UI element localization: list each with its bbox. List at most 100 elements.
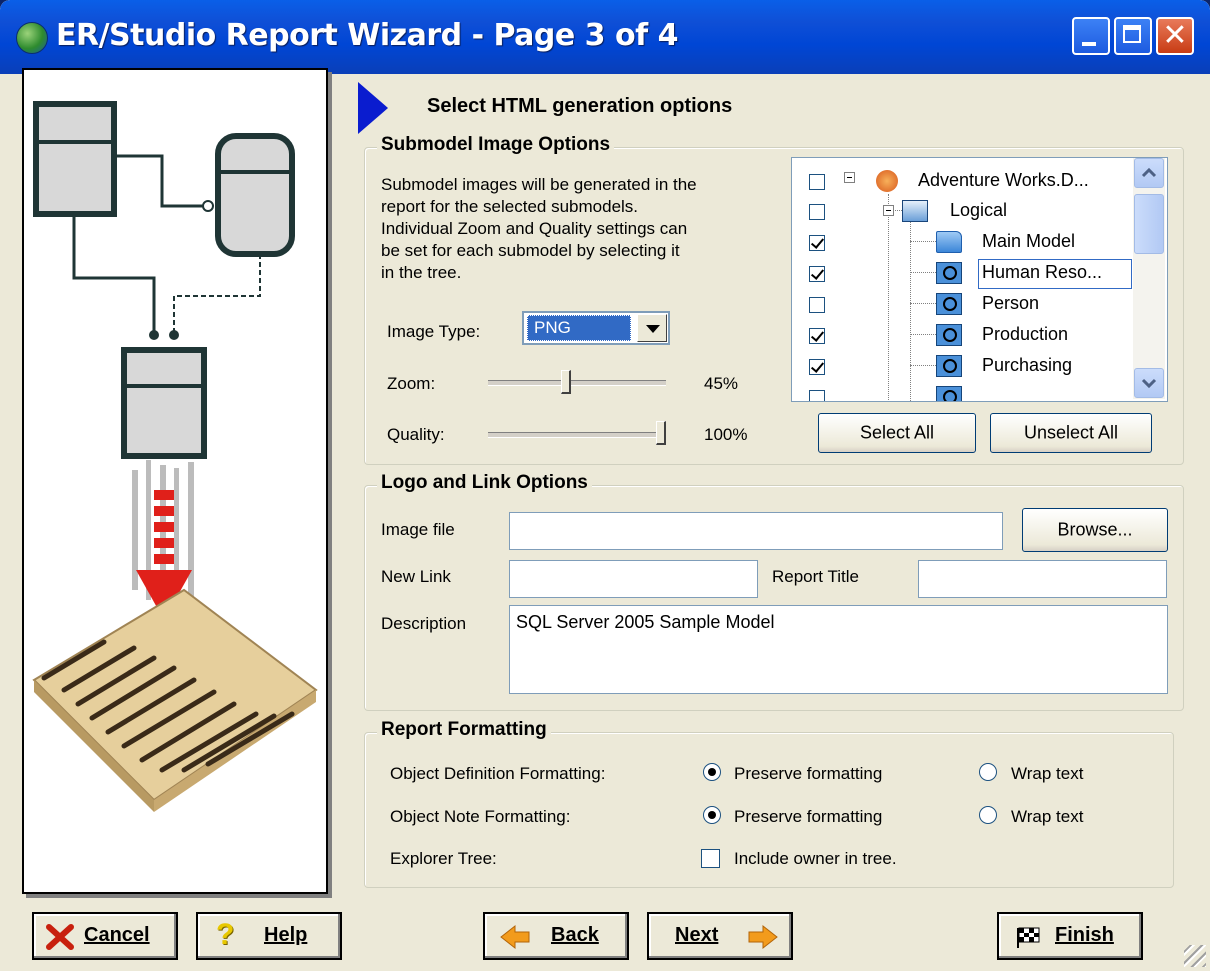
tree-checkbox[interactable] (809, 359, 825, 375)
quality-label: Quality: (387, 425, 445, 444)
help-button[interactable]: ? Help (196, 912, 342, 960)
header-arrow-icon (358, 82, 388, 134)
select-all-button[interactable]: Select All (818, 413, 976, 453)
title-bar[interactable]: ER/Studio Report Wizard - Page 3 of 4 ✕ (0, 0, 1210, 74)
tree-item-label: Human Reso... (982, 262, 1103, 282)
browse-label: Browse... (1057, 519, 1133, 540)
cancel-label: Cancel (84, 924, 150, 946)
select-all-label: Select All (859, 422, 935, 443)
tree-item[interactable]: Human Reso... (792, 259, 1132, 289)
submodel-description-line: Individual Zoom and Quality settings can (381, 219, 688, 238)
help-label: Help (264, 924, 308, 946)
object-note-preserve-radio[interactable] (703, 806, 721, 824)
tree-item[interactable]: Purchasing (792, 352, 1132, 382)
tree-connector (910, 241, 936, 242)
object-definition-wrap-radio[interactable] (979, 763, 997, 781)
erd-to-report-illustration (32, 101, 318, 812)
tree-scrollbar[interactable] (1133, 158, 1165, 399)
window-title: ER/Studio Report Wizard - Page 3 of 4 (56, 18, 678, 53)
tree-checkbox[interactable] (809, 204, 825, 220)
zoom-slider-thumb[interactable] (561, 370, 571, 394)
report-title-label: Report Title (772, 567, 859, 586)
description-field[interactable]: SQL Server 2005 Sample Model (509, 605, 1168, 694)
tree-item[interactable]: Logical (792, 197, 1132, 227)
logical-model-icon (902, 200, 928, 222)
submodel-description-line: in the tree. (381, 263, 462, 282)
tree-item-label: Production (982, 324, 1069, 344)
tree-connector (910, 334, 936, 335)
image-type-value: PNG (527, 315, 631, 341)
tree-item[interactable]: Main Model (792, 228, 1132, 258)
report-formatting-legend: Report Formatting (377, 719, 551, 741)
quality-slider-track[interactable] (488, 432, 666, 438)
close-button[interactable]: ✕ (1156, 17, 1194, 55)
submodel-description-line: be set for each submodel by selecting it (381, 241, 680, 260)
tree-checkbox[interactable] (809, 235, 825, 251)
submodel-tree[interactable]: Adventure Works.D... Logical Main Model … (791, 157, 1168, 402)
tree-checkbox[interactable] (809, 390, 825, 401)
unselect-all-label: Unselect All (1023, 422, 1119, 443)
scroll-up-icon[interactable] (1134, 158, 1164, 188)
wizard-illustration (22, 68, 328, 894)
submodel-description-line: report for the selected submodels. (381, 197, 639, 216)
description-label: Description (381, 614, 467, 633)
image-type-label: Image Type: (387, 322, 481, 341)
logo-link-options-legend: Logo and Link Options (377, 472, 592, 494)
cancel-button[interactable]: Cancel (32, 912, 178, 960)
submodel-description-line: Submodel images will be generated in the (381, 175, 697, 194)
tree-item[interactable]: Person (792, 290, 1132, 320)
include-owner-label: Include owner in tree. (734, 849, 897, 868)
image-file-field[interactable] (509, 512, 1003, 550)
submodel-icon (936, 293, 962, 315)
tree-item-label: Purchasing (982, 355, 1073, 375)
submodel-image-options-legend: Submodel Image Options (377, 134, 615, 156)
tree-checkbox[interactable] (809, 174, 825, 190)
help-question-icon: ? (216, 918, 235, 951)
tree-checkbox[interactable] (809, 266, 825, 282)
tree-item[interactable]: Adventure Works.D... (792, 166, 1132, 196)
tree-connector (910, 365, 936, 366)
new-link-field[interactable] (509, 560, 758, 598)
app-globe-icon (16, 22, 48, 54)
minimize-button[interactable] (1072, 17, 1110, 55)
tree-checkbox[interactable] (809, 328, 825, 344)
explorer-tree-label: Explorer Tree: (390, 849, 497, 868)
scroll-thumb[interactable] (1134, 194, 1164, 254)
folder-icon (936, 231, 962, 253)
image-type-select[interactable]: PNG (522, 311, 670, 345)
include-owner-checkbox[interactable] (701, 849, 720, 868)
new-link-label: New Link (381, 567, 451, 586)
back-button[interactable]: Back (483, 912, 629, 960)
tree-connector (910, 303, 936, 304)
cancel-x-icon (46, 924, 74, 950)
next-label: Next (675, 924, 719, 946)
maximize-button[interactable] (1114, 17, 1152, 55)
quality-value: 100% (704, 425, 748, 444)
quality-slider-thumb[interactable] (656, 421, 666, 445)
tree-item-label: Adventure Works.D... (918, 170, 1089, 190)
tree-item[interactable] (792, 383, 1132, 401)
submodel-icon (936, 386, 962, 401)
tree-item-label: Person (982, 293, 1040, 313)
unselect-all-button[interactable]: Unselect All (990, 413, 1152, 453)
next-button[interactable]: Next (647, 912, 793, 960)
resize-grip-icon[interactable] (1184, 945, 1206, 967)
browse-button[interactable]: Browse... (1022, 508, 1168, 552)
tree-checkbox[interactable] (809, 297, 825, 313)
finish-button[interactable]: Finish (997, 912, 1143, 960)
object-note-wrap-radio[interactable] (979, 806, 997, 824)
page-header: Select HTML generation options (427, 95, 733, 117)
scroll-down-icon[interactable] (1134, 368, 1164, 398)
submodel-icon (936, 355, 962, 377)
back-label: Back (551, 924, 599, 946)
object-note-preserve-label: Preserve formatting (734, 807, 883, 826)
tree-item[interactable]: Production (792, 321, 1132, 351)
object-definition-preserve-radio[interactable] (703, 763, 721, 781)
image-file-label: Image file (381, 520, 455, 539)
back-arrow-icon (500, 924, 530, 950)
dropdown-arrow-icon[interactable] (637, 314, 667, 342)
zoom-slider-track[interactable] (488, 380, 666, 386)
wizard-window: ER/Studio Report Wizard - Page 3 of 4 ✕ (0, 0, 1210, 971)
data-model-icon (876, 170, 898, 192)
report-title-field[interactable] (918, 560, 1167, 598)
